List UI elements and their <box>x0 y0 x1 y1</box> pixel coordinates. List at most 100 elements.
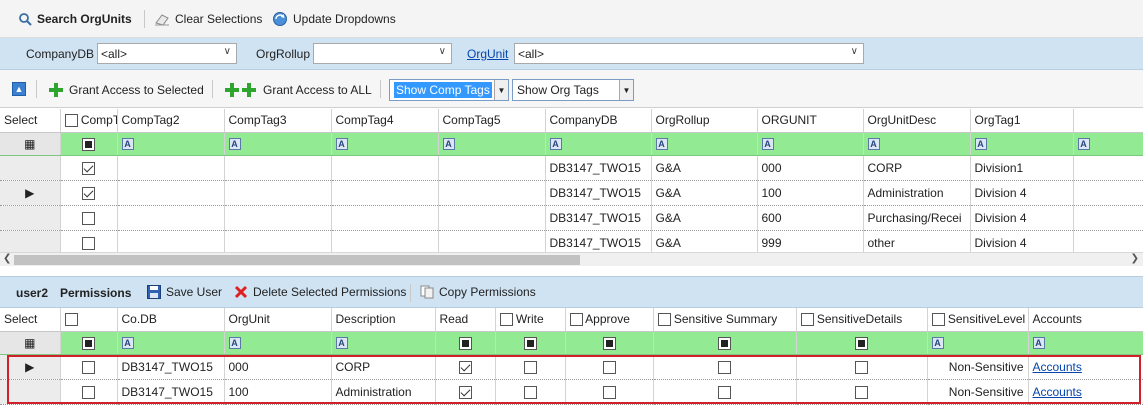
filter-checkbox[interactable] <box>458 336 472 350</box>
text-filter-icon[interactable]: A <box>335 337 348 350</box>
copy-permissions-button[interactable]: Copy Permissions <box>420 285 536 299</box>
header-comptag2[interactable]: CompTag2 <box>117 109 225 133</box>
header-sensitive-level[interactable]: SensitiveLevel <box>927 308 1029 332</box>
filter-checkbox[interactable] <box>82 137 95 151</box>
filter-accounts[interactable]: A <box>1028 331 1143 355</box>
filter-write[interactable] <box>495 331 566 355</box>
filter-checkbox[interactable] <box>602 336 616 350</box>
sensitive-summary-all-checkbox[interactable] <box>657 313 671 327</box>
horizontal-scrollbar[interactable]: ❮ ❯ <box>0 252 1143 266</box>
header-codb[interactable]: Co.DB <box>117 308 225 332</box>
header-comptag4[interactable]: CompTag4 <box>331 109 439 133</box>
text-filter-icon[interactable]: A <box>121 138 134 151</box>
text-filter-icon[interactable]: A <box>761 138 774 151</box>
table-row[interactable]: ▶ DB3147_TWO15 000 CORP Non-Sensitive Ac… <box>0 354 1143 380</box>
sensitive-summary-checkbox[interactable] <box>718 385 731 399</box>
sensitive-details-checkbox[interactable] <box>855 385 868 399</box>
text-filter-icon[interactable]: A <box>931 337 944 350</box>
sensitive-summary-cell[interactable] <box>653 379 797 405</box>
text-filter-icon[interactable]: A <box>549 138 562 151</box>
header-companydb[interactable]: CompanyDB <box>545 109 652 133</box>
filter-select[interactable] <box>60 132 118 156</box>
approve-checkbox[interactable] <box>602 360 616 374</box>
sensitive-level-all-checkbox[interactable] <box>931 313 945 327</box>
header-comptag5[interactable]: CompTag5 <box>438 109 546 133</box>
table-row[interactable]: ▶ DB3147_TWO15 G&A 100 Administration Di… <box>0 180 1143 206</box>
filter-checkbox[interactable] <box>855 336 868 350</box>
filter-checkbox[interactable] <box>718 336 731 350</box>
sensitive-details-cell[interactable] <box>796 379 928 405</box>
write-cell[interactable] <box>495 379 566 405</box>
delete-permissions-button[interactable]: Delete Selected Permissions <box>234 285 406 299</box>
header-comptag3[interactable]: CompTag3 <box>224 109 332 133</box>
header-orgunitdesc[interactable]: OrgUnitDesc <box>863 109 971 133</box>
scroll-left-icon[interactable]: ❮ <box>3 253 11 264</box>
filter-approve[interactable] <box>565 331 654 355</box>
clear-selections-button[interactable]: Clear Selections <box>150 8 266 30</box>
sensitive-details-all-checkbox[interactable] <box>800 313 814 327</box>
orgunit-select[interactable]: <all> ∨ <box>514 43 864 64</box>
header-select-all[interactable] <box>60 308 118 332</box>
read-cell[interactable] <box>435 379 496 405</box>
filter-orgtag1[interactable]: A <box>970 132 1074 156</box>
read-checkbox[interactable] <box>458 360 472 374</box>
companydb-select[interactable]: <all> ∨ <box>97 43 237 64</box>
filter-read[interactable] <box>435 331 496 355</box>
read-checkbox[interactable] <box>458 385 472 399</box>
approve-all-checkbox[interactable] <box>569 313 583 327</box>
header-read[interactable]: Read <box>435 308 496 332</box>
sensitive-summary-checkbox[interactable] <box>718 360 731 374</box>
row-checkbox[interactable] <box>82 161 95 175</box>
filter-comptag2[interactable]: A <box>117 132 225 156</box>
text-filter-icon[interactable]: A <box>655 138 668 151</box>
row-select-cell[interactable] <box>60 155 118 181</box>
read-cell[interactable] <box>435 354 496 380</box>
row-select-cell[interactable] <box>60 205 118 231</box>
select-all-checkbox[interactable] <box>64 114 78 128</box>
filter-orgrollup[interactable]: A <box>651 132 758 156</box>
accounts-cell[interactable]: Accounts <box>1028 379 1143 405</box>
filter-comptag5[interactable]: A <box>438 132 546 156</box>
filter-select[interactable] <box>60 331 118 355</box>
filter-orgunit[interactable]: A <box>224 331 332 355</box>
write-cell[interactable] <box>495 354 566 380</box>
filter-sensitive-details[interactable] <box>796 331 928 355</box>
accounts-link[interactable]: Accounts <box>1033 360 1082 374</box>
header-orgunit[interactable]: ORGUNIT <box>757 109 864 133</box>
scrollbar-thumb[interactable] <box>14 255 580 265</box>
grant-access-selected-button[interactable]: Grant Access to Selected <box>44 79 208 101</box>
row-select-cell[interactable] <box>60 180 118 206</box>
header-approve[interactable]: Approve <box>565 308 654 332</box>
filter-blank[interactable]: A <box>1073 132 1143 156</box>
text-filter-icon[interactable]: A <box>228 337 241 350</box>
collapse-top-icon[interactable]: ▲ <box>12 82 26 96</box>
row-checkbox[interactable] <box>82 186 95 200</box>
approve-cell[interactable] <box>565 354 654 380</box>
text-filter-icon[interactable]: A <box>228 138 241 151</box>
header-write[interactable]: Write <box>495 308 566 332</box>
approve-cell[interactable] <box>565 379 654 405</box>
text-filter-icon[interactable]: A <box>121 337 134 350</box>
row-select-cell[interactable] <box>60 379 118 405</box>
show-comp-tags-dropdown[interactable]: Show Comp Tags ▼ <box>389 79 509 101</box>
text-filter-icon[interactable]: A <box>867 138 880 151</box>
row-selector[interactable] <box>0 155 61 181</box>
text-filter-icon[interactable]: A <box>1077 138 1090 151</box>
sensitive-details-cell[interactable] <box>796 354 928 380</box>
text-filter-icon[interactable]: A <box>1032 337 1045 350</box>
sensitive-summary-cell[interactable] <box>653 354 797 380</box>
header-orgrollup[interactable]: OrgRollup <box>651 109 758 133</box>
filter-sensitive-summary[interactable] <box>653 331 797 355</box>
header-sensitive-details[interactable]: SensitiveDetails <box>796 308 928 332</box>
row-selector[interactable] <box>0 205 61 231</box>
header-accounts[interactable]: Accounts <box>1028 308 1143 332</box>
text-filter-icon[interactable]: A <box>974 138 987 151</box>
filter-orgunitdesc[interactable]: A <box>863 132 971 156</box>
update-dropdowns-button[interactable]: Update Dropdowns <box>268 8 400 30</box>
accounts-cell[interactable]: Accounts <box>1028 354 1143 380</box>
table-row[interactable]: DB3147_TWO15 G&A 600 Purchasing/Recei Di… <box>0 205 1143 231</box>
header-comptag1[interactable]: CompTag1 <box>60 109 118 133</box>
table-row[interactable]: DB3147_TWO15 100 Administration Non-Sens… <box>0 379 1143 405</box>
write-all-checkbox[interactable] <box>499 313 513 327</box>
select-all-checkbox[interactable] <box>64 313 78 327</box>
